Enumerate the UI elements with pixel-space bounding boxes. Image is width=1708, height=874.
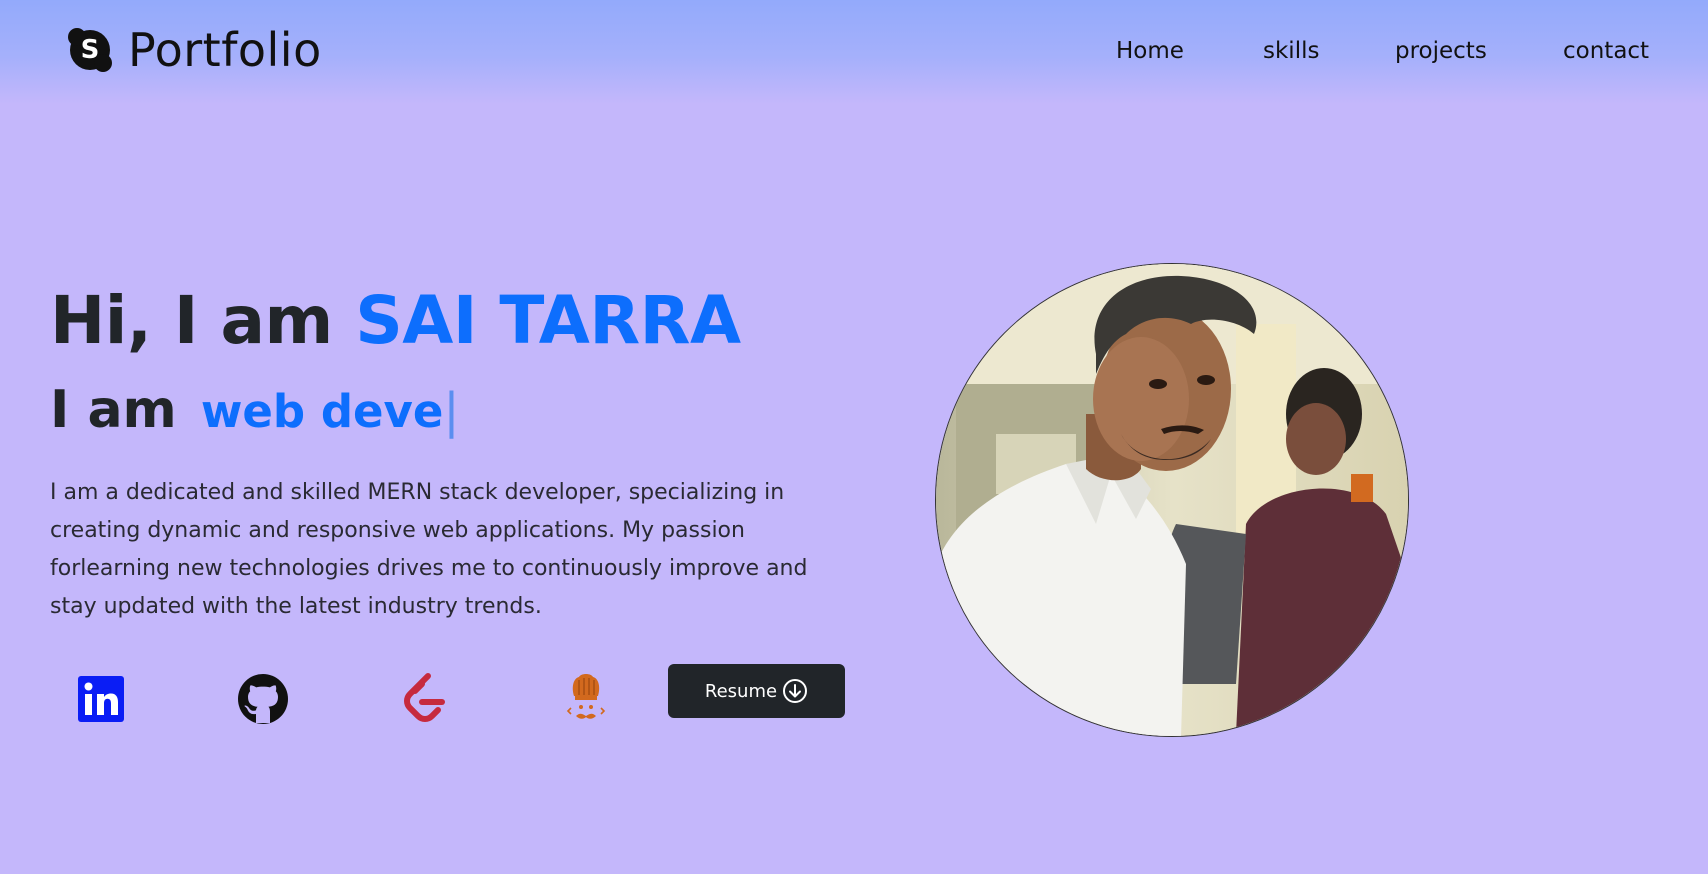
typed-role-text: web deve — [200, 385, 444, 438]
github-icon — [238, 674, 288, 724]
linkedin-link[interactable] — [78, 676, 124, 722]
resume-button-label: Resume — [704, 680, 778, 702]
profile-photo — [935, 263, 1409, 737]
nav-links: Home skills projects contact — [0, 34, 1708, 68]
codechef-icon — [566, 674, 606, 719]
nav-link-projects[interactable]: projects — [1395, 34, 1487, 68]
profile-photo-illustration — [936, 264, 1408, 736]
hero-name: SAI TARRA — [355, 282, 741, 359]
nav-link-contact[interactable]: contact — [1563, 34, 1649, 68]
github-link[interactable] — [238, 674, 288, 724]
typing-cursor: | — [443, 383, 460, 439]
linkedin-icon — [78, 676, 124, 722]
leetcode-icon — [404, 673, 445, 722]
nav-link-skills[interactable]: skills — [1263, 34, 1319, 68]
resume-download-button[interactable]: Resume — [668, 664, 845, 718]
leetcode-link[interactable] — [402, 672, 448, 724]
navbar: S Portfolio Home skills projects contact — [0, 0, 1708, 104]
hero-title: Hi, I am SAI TARRA — [50, 278, 741, 364]
bio-paragraph: I am a dedicated and skilled MERN stack … — [50, 480, 808, 619]
nav-link-home[interactable]: Home — [1116, 34, 1184, 68]
hero-sub-prefix: I am — [50, 380, 177, 440]
download-circle-icon — [783, 679, 808, 703]
codechef-link[interactable] — [566, 672, 606, 726]
hero-greeting: Hi, I am — [50, 282, 356, 359]
hero-subtitle: I am web deve| — [50, 372, 460, 450]
